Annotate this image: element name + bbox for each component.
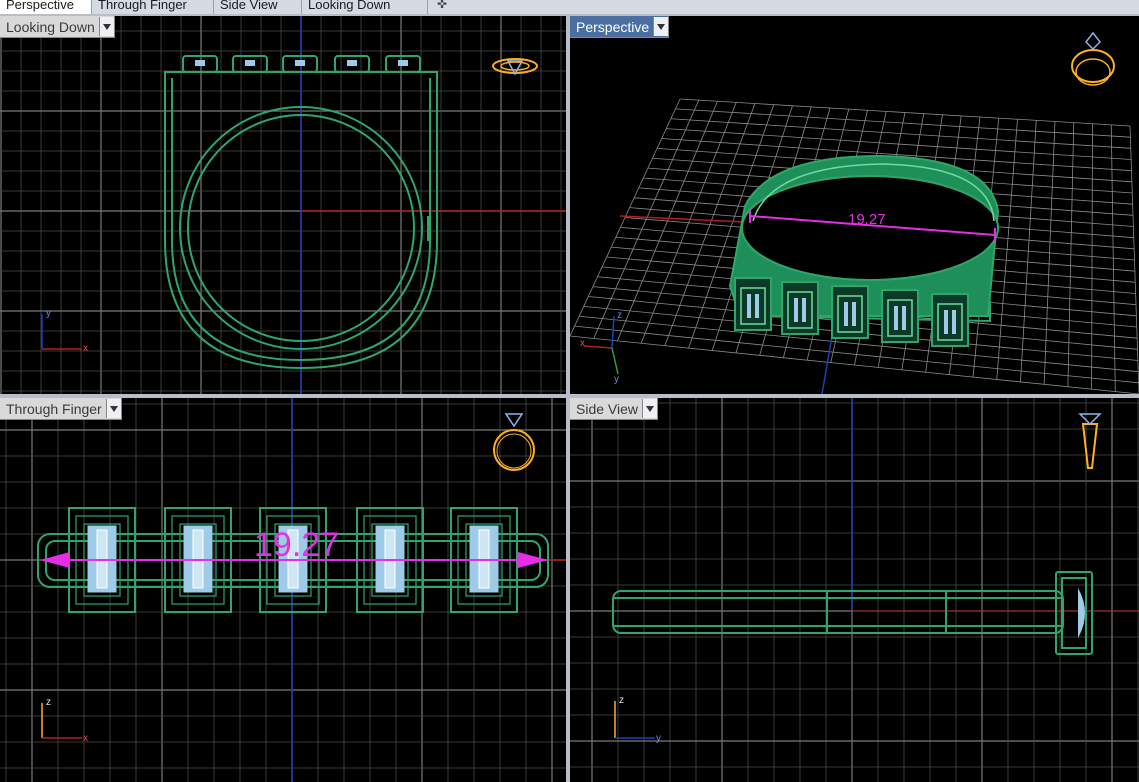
gem-stone [755, 294, 759, 318]
gem-stone [944, 310, 948, 334]
through-finger-canvas: 19.27 z x [0, 398, 566, 782]
tab-looking-down[interactable]: Looking Down [302, 0, 428, 14]
axis-label-z: z [46, 697, 51, 708]
viewport-title-side-view[interactable]: Side View [570, 398, 659, 420]
gem-setting-inner [937, 303, 963, 341]
viewport-looking-down[interactable]: y x Looking Down [0, 16, 566, 394]
grid-line [1020, 120, 1037, 382]
axis-label-y: y [46, 308, 51, 319]
tab-through-finger[interactable]: Through Finger [92, 0, 214, 14]
gem-stone [902, 306, 906, 330]
axis-triad: z x [41, 697, 88, 744]
tab-side-view[interactable]: Side View [214, 0, 302, 14]
gem-stone [747, 294, 751, 318]
axis-label-y: y [614, 374, 619, 385]
axis-label-x: x [580, 338, 585, 349]
grid-line [570, 335, 1139, 394]
gem-stone [802, 298, 806, 322]
gem-stone [952, 310, 956, 334]
axis-label-z: z [619, 695, 624, 706]
add-tab-button[interactable]: ✜ [428, 0, 456, 14]
axis-triad: z y [614, 695, 661, 744]
gem-setting-inner [887, 299, 913, 337]
dimension-label: 19.27 [848, 211, 886, 228]
chevron-down-icon[interactable] [653, 17, 669, 36]
perspective-canvas: 19.27 z x y [570, 31, 1139, 394]
ring-navigation-widget[interactable] [492, 58, 538, 76]
axis-label-x: x [83, 733, 88, 744]
side-view-canvas: z y [570, 398, 1139, 782]
axis-label-z: z [617, 310, 622, 321]
viewport-through-finger[interactable]: 19.27 z x Through Finger [0, 398, 566, 782]
world-y-axis [821, 335, 833, 394]
gem-stone [894, 306, 898, 330]
gem-setting-inner [837, 295, 863, 333]
grid-line [996, 119, 1018, 380]
gem-stone [844, 302, 848, 326]
gem-setting-inner [787, 291, 813, 329]
viewport-tab-bar: Perspective Through Finger Side View Loo… [0, 0, 1139, 14]
plus-icon: ✜ [436, 0, 448, 11]
gem-stone [852, 302, 856, 326]
axis-label-x: x [83, 343, 88, 354]
ring-navigation-widget[interactable] [1071, 31, 1115, 86]
viewport-title-looking-down[interactable]: Looking Down [0, 16, 115, 38]
gems-top [195, 60, 408, 66]
ring-navigation-widget[interactable] [1078, 413, 1102, 469]
looking-down-canvas: y x [0, 16, 566, 394]
viewport-side-view[interactable]: z y Side View [570, 398, 1139, 782]
gem-stone [794, 298, 798, 322]
dimension-label: 19.27 [254, 526, 339, 564]
grid-line [1091, 123, 1093, 390]
gem-setting-inner [740, 287, 766, 325]
viewport-perspective[interactable]: 19.27 z x y Perspective [570, 16, 1139, 394]
chevron-down-icon[interactable] [642, 399, 658, 418]
gem-side [1078, 588, 1085, 638]
axis-label-y: y [656, 733, 661, 744]
viewport-title-through-finger[interactable]: Through Finger [0, 398, 122, 420]
chevron-down-icon[interactable] [98, 17, 114, 36]
tab-perspective[interactable]: Perspective [0, 0, 92, 14]
viewport-title-perspective[interactable]: Perspective [570, 16, 670, 38]
chevron-down-icon[interactable] [105, 399, 121, 418]
